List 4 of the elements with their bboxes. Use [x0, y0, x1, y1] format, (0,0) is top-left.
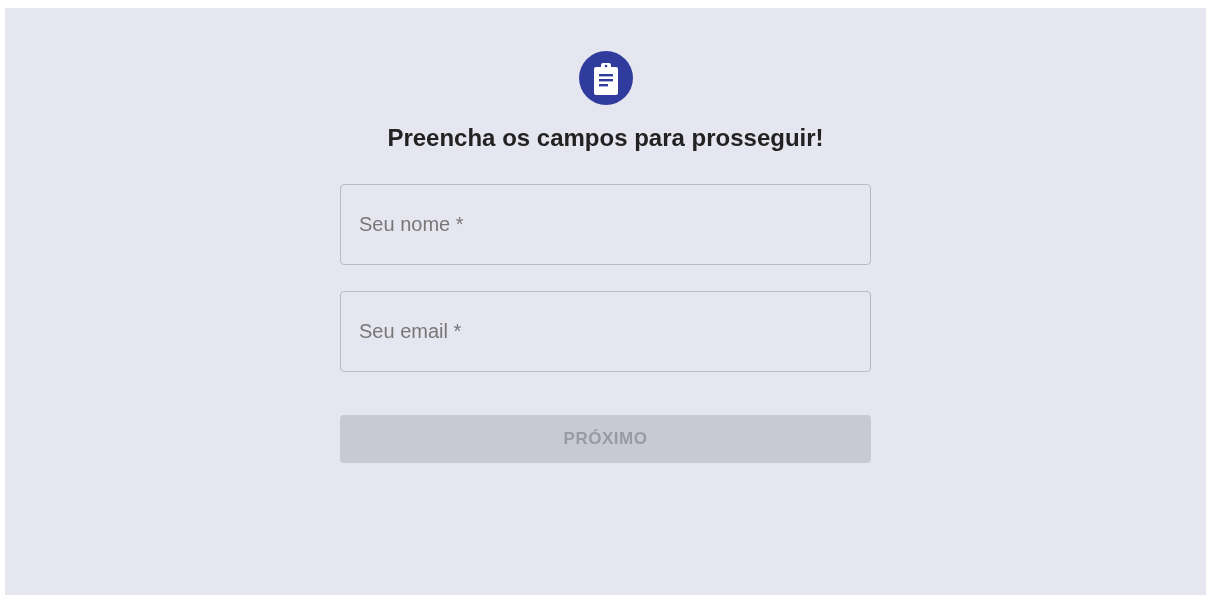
clipboard-icon	[578, 51, 633, 105]
input-field[interactable]: Seu nome *	[340, 184, 871, 265]
form-title: Preencha os campos para prosseguir!	[387, 123, 824, 153]
input-field[interactable]: Seu email *	[340, 291, 871, 372]
